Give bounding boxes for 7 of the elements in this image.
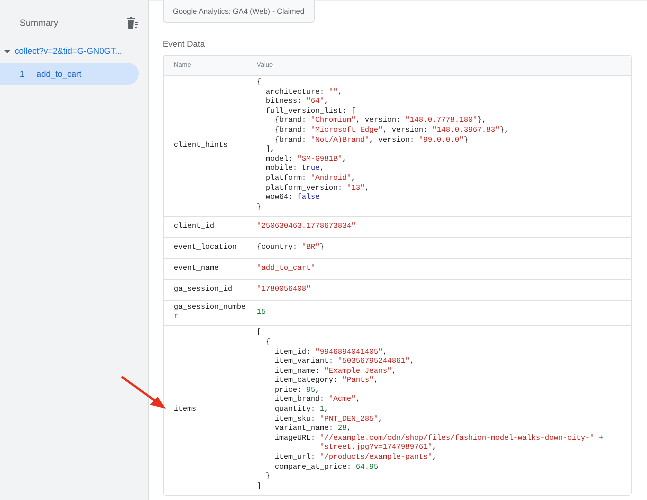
event-item[interactable]: 1 add_to_cart [0,63,139,85]
arrow-icon [120,375,168,411]
delete-icon[interactable] [127,17,138,29]
caret-icon[interactable] [4,48,11,54]
sidebar-title: Summary [20,18,59,28]
section-title: Event Data [163,39,206,49]
request-link[interactable]: collect?v=2&tid=G-GN0GT... [15,46,122,56]
